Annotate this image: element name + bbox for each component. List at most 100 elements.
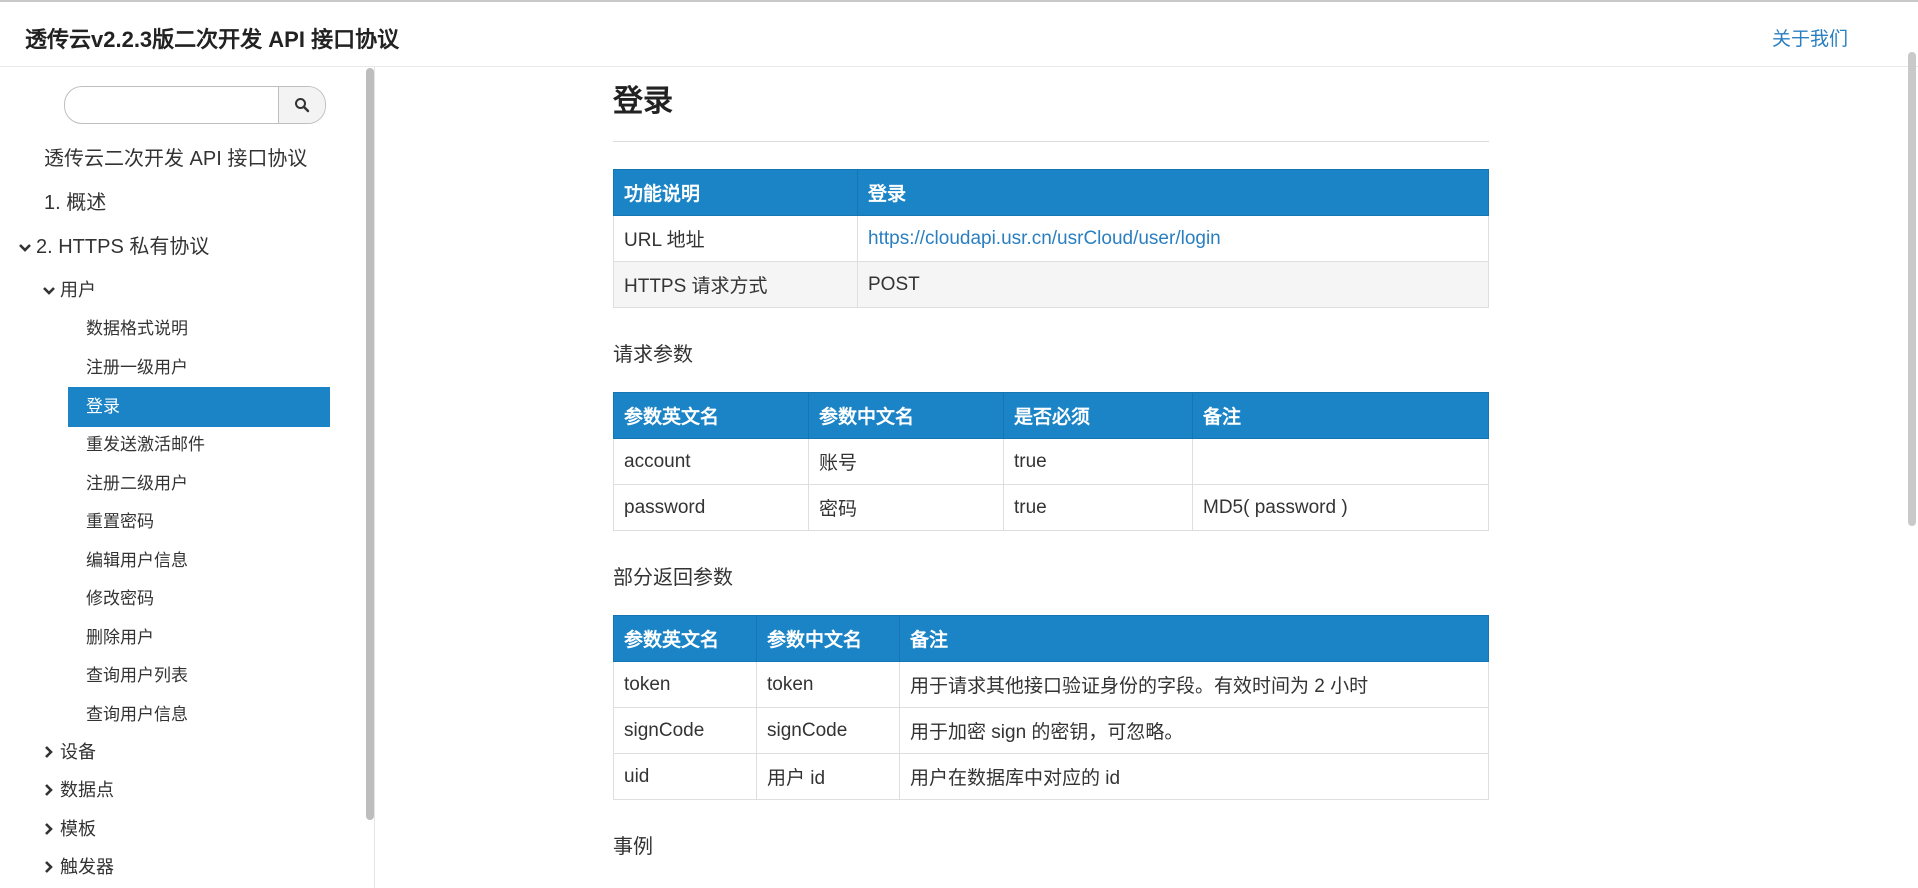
sidebar-divider	[374, 66, 375, 888]
search-box	[64, 86, 326, 124]
request-params-heading: 请求参数	[613, 344, 693, 366]
sidebar-item-trigger[interactable]: 触发器	[42, 848, 114, 886]
table-header-cell: 登录	[857, 169, 1489, 216]
chevron-right-icon	[42, 848, 56, 886]
table-cell: MD5( password )	[1192, 484, 1489, 531]
sidebar-item-user-list[interactable]: 查询用户列表	[86, 657, 188, 695]
sidebar-item-label: 注册一级用户	[86, 358, 188, 377]
sidebar: 透传云二次开发 API 接口协议 1. 概述 2. HTTPS 私有协议 用户 …	[0, 66, 376, 888]
sidebar-item-register-secondary[interactable]: 注册二级用户	[86, 465, 188, 503]
sidebar-item-label: 数据点	[60, 780, 114, 800]
table-row: HTTPS 请求方式 POST	[613, 261, 1489, 308]
table-row: account 账号 true	[613, 438, 1489, 485]
table-cell: token	[756, 661, 900, 708]
sidebar-item-change-password[interactable]: 修改密码	[86, 580, 154, 618]
example-heading: 事例	[613, 836, 653, 858]
table-cell: URL 地址	[613, 215, 858, 262]
table-cell: 密码	[808, 484, 1004, 531]
sidebar-item-label: 登录	[86, 397, 120, 416]
sidebar-item-label: 查询用户列表	[86, 666, 188, 685]
table-header-cell: 参数英文名	[613, 392, 809, 439]
table-row: uid 用户 id 用户在数据库中对应的 id	[613, 753, 1489, 800]
site-title[interactable]: 透传云v2.2.3版二次开发 API 接口协议	[25, 22, 399, 54]
sidebar-item-label: 数据格式说明	[86, 319, 188, 338]
table-cell: token	[613, 661, 757, 708]
sidebar-item-label: 模板	[60, 819, 96, 839]
sidebar-item-register-primary[interactable]: 注册一级用户	[86, 349, 188, 387]
table-cell: 用户 id	[756, 753, 900, 800]
page-scrollbar[interactable]	[1908, 52, 1916, 526]
table-header-cell: 备注	[899, 615, 1489, 662]
table-row: signCode signCode 用于加密 sign 的密钥，可忽略。	[613, 707, 1489, 754]
sidebar-item-data-format[interactable]: 数据格式说明	[86, 310, 188, 348]
sidebar-scrollbar[interactable]	[366, 68, 374, 820]
table-header-cell: 参数英文名	[613, 615, 757, 662]
table-cell: true	[1003, 484, 1193, 531]
table-cell: signCode	[756, 707, 900, 754]
table-cell: 账号	[808, 438, 1004, 485]
table-cell	[1192, 438, 1489, 485]
sidebar-item-device[interactable]: 设备	[42, 733, 96, 771]
search-icon	[295, 98, 310, 113]
table-row: URL 地址 https://cloudapi.usr.cn/usrCloud/…	[613, 215, 1489, 262]
chevron-right-icon	[42, 771, 56, 809]
table-cell: signCode	[613, 707, 757, 754]
info-table: 功能说明 登录 URL 地址 https://cloudapi.usr.cn/u…	[613, 169, 1489, 308]
sidebar-item-label: 透传云二次开发 API 接口协议	[44, 148, 308, 170]
search-button[interactable]	[278, 87, 325, 123]
chevron-right-icon	[42, 810, 56, 848]
url-link[interactable]: https://cloudapi.usr.cn/usrCloud/user/lo…	[857, 215, 1489, 262]
chevron-right-icon	[42, 733, 56, 771]
sidebar-item-label: 查询用户信息	[86, 705, 188, 724]
sidebar-item-overview[interactable]: 1. 概述	[44, 184, 106, 222]
sidebar-item-resend-activation[interactable]: 重发送激活邮件	[86, 426, 205, 464]
sidebar-item-user[interactable]: 用户	[42, 271, 96, 309]
table-cell: true	[1003, 438, 1193, 485]
sidebar-item-https[interactable]: 2. HTTPS 私有协议	[18, 228, 209, 266]
table-cell: 用于请求其他接口验证身份的字段。有效时间为 2 小时	[899, 661, 1489, 708]
chevron-down-icon	[42, 271, 56, 309]
table-header-row: 参数英文名 参数中文名 备注	[613, 615, 1489, 662]
sidebar-item-edit-user[interactable]: 编辑用户信息	[86, 542, 188, 580]
top-header: 透传云v2.2.3版二次开发 API 接口协议 关于我们	[0, 2, 1918, 67]
sidebar-item-label: 触发器	[60, 857, 114, 877]
response-params-table: 参数英文名 参数中文名 备注 token token 用于请求其他接口验证身份的…	[613, 615, 1489, 800]
sidebar-item-label: 编辑用户信息	[86, 551, 188, 570]
sidebar-item-label: 用户	[60, 280, 96, 300]
sidebar-item-user-info[interactable]: 查询用户信息	[86, 696, 188, 734]
table-cell: password	[613, 484, 809, 531]
table-cell: POST	[857, 261, 1489, 308]
sidebar-item-label: 注册二级用户	[86, 474, 188, 493]
table-cell: uid	[613, 753, 757, 800]
sidebar-item-protocol-home[interactable]: 透传云二次开发 API 接口协议	[44, 140, 307, 178]
sidebar-item-label: 设备	[60, 742, 96, 762]
search-input[interactable]	[79, 93, 283, 117]
table-cell: 用于加密 sign 的密钥，可忽略。	[899, 707, 1489, 754]
about-us-link[interactable]: 关于我们	[1772, 24, 1848, 51]
sidebar-item-datapoint[interactable]: 数据点	[42, 771, 114, 809]
table-row: password 密码 true MD5( password )	[613, 484, 1489, 531]
table-row: token token 用于请求其他接口验证身份的字段。有效时间为 2 小时	[613, 661, 1489, 708]
table-header-cell: 备注	[1192, 392, 1489, 439]
request-params-table: 参数英文名 参数中文名 是否必须 备注 account 账号 true pass…	[613, 392, 1489, 531]
table-header-row: 功能说明 登录	[613, 169, 1489, 216]
table-header-cell: 参数中文名	[808, 392, 1004, 439]
sidebar-item-delete-user[interactable]: 删除用户	[86, 619, 154, 657]
sidebar-item-reset-password[interactable]: 重置密码	[86, 503, 154, 541]
chevron-down-icon	[18, 228, 32, 266]
table-cell: HTTPS 请求方式	[613, 261, 858, 308]
sidebar-item-label: 重置密码	[86, 512, 154, 531]
sidebar-item-label: 重发送激活邮件	[86, 435, 205, 454]
table-cell: account	[613, 438, 809, 485]
sidebar-item-label: 1. 概述	[44, 192, 107, 214]
table-header-cell: 参数中文名	[756, 615, 900, 662]
page-title: 登录	[613, 85, 673, 118]
sidebar-item-template[interactable]: 模板	[42, 810, 96, 848]
sidebar-item-label: 删除用户	[86, 628, 154, 647]
sidebar-item-login[interactable]: 登录	[68, 387, 330, 427]
sidebar-item-label: 修改密码	[86, 589, 154, 608]
title-divider	[613, 141, 1489, 142]
table-header-row: 参数英文名 参数中文名 是否必须 备注	[613, 392, 1489, 439]
table-cell: 用户在数据库中对应的 id	[899, 753, 1489, 800]
response-params-heading: 部分返回参数	[613, 567, 733, 589]
